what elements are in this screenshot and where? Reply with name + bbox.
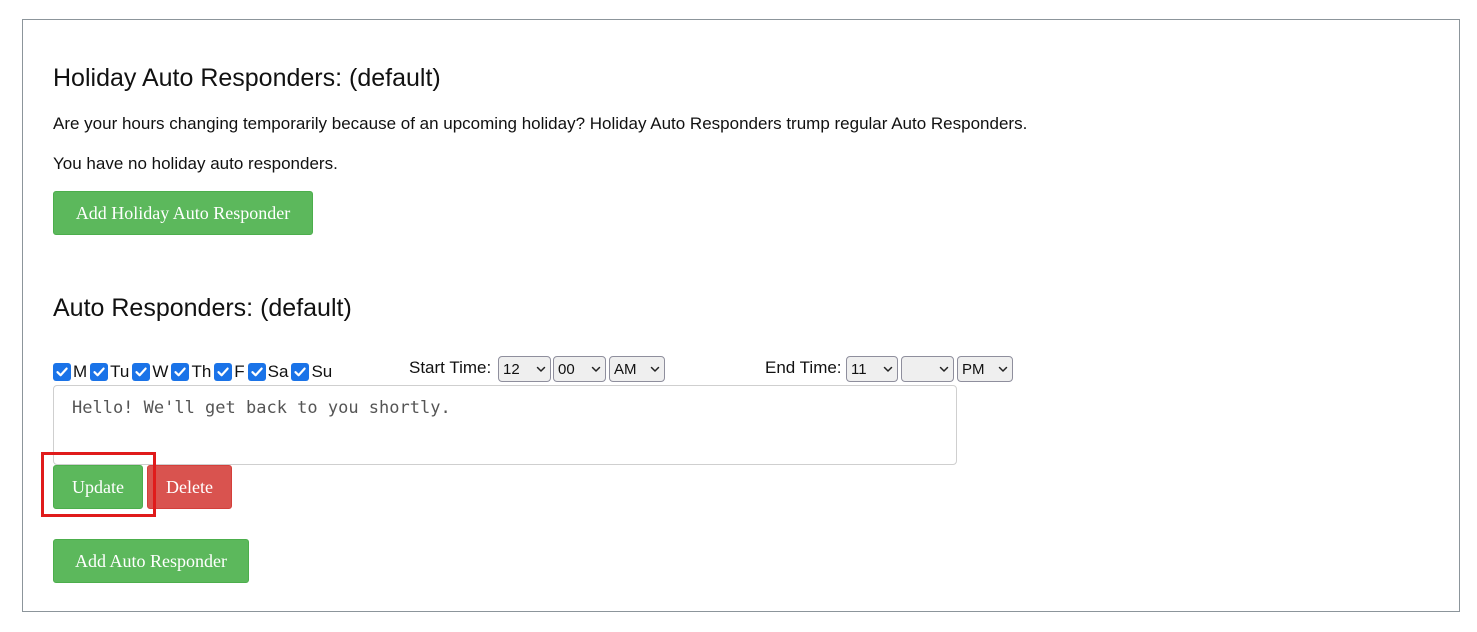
day-label: F [234, 362, 245, 381]
add-holiday-auto-responder-button[interactable]: Add Holiday Auto Responder [53, 191, 313, 235]
day-label: Th [191, 362, 212, 381]
chevron-down-icon [998, 366, 1008, 372]
day-wednesday[interactable]: W [132, 362, 168, 382]
day-label: M [73, 362, 88, 381]
end-period-select[interactable]: PM [957, 356, 1013, 382]
end-hour-select[interactable]: 11 [846, 356, 898, 382]
start-hour-select[interactable]: 12 [498, 356, 551, 382]
holiday-section-title: Holiday Auto Responders: (default) [53, 64, 441, 92]
holiday-description: Are your hours changing temporarily beca… [53, 114, 1028, 133]
checkbox-checked-icon[interactable] [132, 363, 151, 381]
chevron-down-icon [883, 366, 893, 372]
update-highlight-box [41, 452, 156, 517]
day-label: Su [311, 362, 333, 381]
start-minute-select[interactable]: 00 [553, 356, 606, 382]
delete-button[interactable]: Delete [147, 465, 232, 509]
start-minute-value: 00 [558, 360, 575, 378]
start-time-label: Start Time: [409, 358, 492, 377]
day-label: W [152, 362, 169, 381]
day-checkboxes: M Tu W Th F Sa Su [53, 360, 335, 384]
end-hour-value: 11 [851, 360, 867, 378]
day-label: Sa [267, 362, 289, 381]
day-label: Tu [110, 362, 130, 381]
chevron-down-icon [650, 366, 660, 372]
end-period-value: PM [962, 360, 985, 378]
day-saturday[interactable]: Sa [247, 362, 289, 382]
chevron-down-icon [939, 366, 949, 372]
day-thursday[interactable]: Th [171, 362, 211, 382]
start-period-select[interactable]: AM [609, 356, 665, 382]
start-period-value: AM [614, 360, 637, 378]
auto-responder-message-input[interactable]: Hello! We'll get back to you shortly. [53, 385, 957, 465]
end-minute-select[interactable] [901, 356, 954, 382]
add-auto-responder-button[interactable]: Add Auto Responder [53, 539, 249, 583]
checkbox-checked-icon[interactable] [214, 363, 233, 381]
start-hour-value: 12 [503, 360, 520, 378]
checkbox-checked-icon[interactable] [291, 363, 310, 381]
day-monday[interactable]: M [53, 362, 87, 382]
checkbox-checked-icon[interactable] [90, 363, 109, 381]
day-tuesday[interactable]: Tu [90, 362, 129, 382]
checkbox-checked-icon[interactable] [171, 363, 190, 381]
day-sunday[interactable]: Su [291, 362, 332, 382]
end-time-label: End Time: [765, 358, 842, 377]
holiday-empty-text: You have no holiday auto responders. [53, 154, 338, 173]
checkbox-checked-icon[interactable] [53, 363, 71, 381]
day-friday[interactable]: F [214, 362, 245, 382]
auto-section-title: Auto Responders: (default) [53, 294, 352, 322]
chevron-down-icon [536, 366, 546, 372]
checkbox-checked-icon[interactable] [247, 363, 266, 381]
chevron-down-icon [591, 366, 601, 372]
